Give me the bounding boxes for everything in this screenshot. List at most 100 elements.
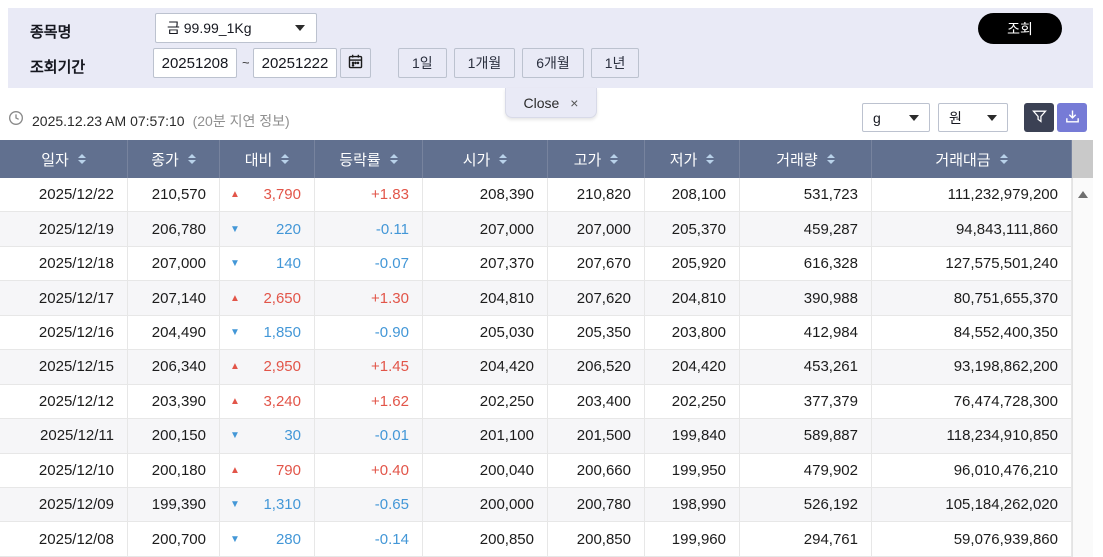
low-cell: 204,420 [645, 350, 740, 384]
close-cell: 207,140 [128, 281, 220, 315]
chevron-down-icon [295, 25, 305, 31]
filter-button[interactable] [1024, 103, 1054, 132]
close-tab[interactable]: Close × [505, 88, 597, 118]
change-cell: ▲ 2,950 [220, 350, 315, 384]
calendar-button[interactable] [340, 48, 371, 78]
column-header-low[interactable]: 저가 [645, 140, 740, 178]
low-cell: 205,370 [645, 212, 740, 246]
rate-cell: +1.62 [315, 384, 423, 419]
date-to-input[interactable] [253, 48, 337, 78]
volume-cell: 294,761 [740, 522, 872, 556]
table-row[interactable]: 2025/12/16 204,490 ▼ 1,850 -0.90 205,030 205,3… [0, 315, 1072, 351]
download-button[interactable] [1057, 103, 1087, 132]
close-cell: 199,390 [128, 487, 220, 522]
down-arrow-icon: ▼ [230, 326, 240, 338]
table-row[interactable]: 2025/12/17 207,140 ▲ 2,650 +1.30 204,810 207,6… [0, 281, 1072, 316]
period-label: 조회기간 [30, 59, 86, 76]
change-value: 3,790 [263, 186, 301, 204]
weight-unit-select[interactable]: g [862, 103, 930, 132]
weight-unit-value: g [873, 109, 881, 126]
sort-icon [281, 154, 290, 164]
rate-cell: -0.01 [315, 419, 423, 453]
date-cell: 2025/12/10 [0, 453, 128, 487]
date-cell: 2025/12/08 [0, 522, 128, 556]
table-row[interactable]: 2025/12/11 200,150 ▼ 30 -0.01 201,100 201,500 1… [0, 419, 1072, 454]
high-cell: 200,660 [548, 453, 645, 487]
value-cell: 96,010,476,210 [872, 453, 1072, 487]
close-icon[interactable]: × [570, 95, 578, 111]
currency-unit-select[interactable]: 원 [938, 103, 1008, 132]
item-select[interactable]: 금 99.99_1Kg [155, 13, 317, 43]
rate-cell: -0.11 [315, 212, 423, 246]
volume-cell: 616,328 [740, 246, 872, 281]
table-row[interactable]: 2025/12/12 203,390 ▲ 3,240 +1.62 202,250 203,4… [0, 384, 1072, 420]
column-header-open[interactable]: 시가 [423, 140, 548, 178]
table-row[interactable]: 2025/12/15 206,340 ▲ 2,950 +1.45 204,420 206,5… [0, 350, 1072, 385]
volume-cell: 453,261 [740, 350, 872, 384]
low-cell: 199,950 [645, 453, 740, 487]
table-row[interactable]: 2025/12/22 210,570 ▲ 3,790 +1.83 208,390 210,8… [0, 178, 1072, 213]
column-header-high[interactable]: 고가 [548, 140, 645, 178]
item-select-value: 금 99.99_1Kg [167, 20, 252, 36]
table-row[interactable]: 2025/12/08 200,700 ▼ 280 -0.14 200,850 200,850… [0, 522, 1072, 557]
vertical-scrollbar[interactable] [1072, 178, 1093, 557]
date-cell: 2025/12/12 [0, 384, 128, 419]
low-cell: 205,920 [645, 246, 740, 281]
rate-cell: -0.90 [315, 315, 423, 350]
down-arrow-icon: ▼ [230, 430, 240, 442]
calendar-icon [347, 53, 364, 73]
change-cell: ▼ 280 [220, 522, 315, 556]
open-cell: 200,040 [423, 453, 548, 487]
column-header-label: 일자 [41, 151, 69, 169]
open-cell: 204,420 [423, 350, 548, 384]
rate-cell: +0.40 [315, 453, 423, 487]
period-button-1month[interactable]: 1개월 [453, 48, 516, 78]
scroll-up-arrow-icon[interactable] [1078, 191, 1088, 198]
column-header-close[interactable]: 종가 [128, 140, 220, 178]
date-from-input[interactable] [153, 48, 237, 78]
rate-cell: +1.83 [315, 178, 423, 212]
up-arrow-icon: ▲ [230, 395, 240, 407]
date-cell: 2025/12/19 [0, 212, 128, 246]
filter-panel: 종목명 금 99.99_1Kg 조회 조회기간 ~ 1일 1개월 6개월 1년 [8, 8, 1093, 88]
sort-icon [610, 154, 619, 164]
search-button[interactable]: 조회 [978, 13, 1062, 44]
sort-icon [826, 154, 835, 164]
period-button-1year[interactable]: 1년 [590, 48, 640, 78]
table-row[interactable]: 2025/12/18 207,000 ▼ 140 -0.07 207,370 207,670… [0, 246, 1072, 282]
table-body: 2025/12/22 210,570 ▲ 3,790 +1.83 208,390 210,8… [0, 178, 1072, 557]
period-button-1day[interactable]: 1일 [398, 48, 447, 78]
change-value: 3,240 [263, 392, 301, 410]
column-header-value[interactable]: 거래대금 [872, 140, 1072, 178]
period-button-6month[interactable]: 6개월 [522, 48, 584, 78]
volume-cell: 390,988 [740, 281, 872, 315]
value-cell: 76,474,728,300 [872, 384, 1072, 419]
sort-icon [389, 154, 398, 164]
column-header-rate[interactable]: 등락률 [315, 140, 423, 178]
clock-icon [8, 110, 24, 131]
table-row[interactable]: 2025/12/09 199,390 ▼ 1,310 -0.65 200,000 200,7… [0, 487, 1072, 523]
open-cell: 200,000 [423, 487, 548, 522]
sort-icon [706, 154, 715, 164]
date-cell: 2025/12/17 [0, 281, 128, 315]
change-cell: ▼ 140 [220, 246, 315, 281]
table-row[interactable]: 2025/12/19 206,780 ▼ 220 -0.11 207,000 207,000… [0, 212, 1072, 247]
volume-cell: 479,902 [740, 453, 872, 487]
column-header-change[interactable]: 대비 [220, 140, 315, 178]
close-tab-label: Close [523, 94, 560, 111]
date-cell: 2025/12/16 [0, 315, 128, 350]
sort-icon [187, 154, 196, 164]
table-row[interactable]: 2025/12/10 200,180 ▲ 790 +0.40 200,040 200,660… [0, 453, 1072, 488]
sort-icon [999, 154, 1008, 164]
column-header-volume[interactable]: 거래량 [740, 140, 872, 178]
high-cell: 205,350 [548, 315, 645, 350]
open-cell: 201,100 [423, 419, 548, 453]
column-header-date[interactable]: 일자 [0, 140, 128, 178]
volume-cell: 531,723 [740, 178, 872, 212]
value-cell: 80,751,655,370 [872, 281, 1072, 315]
down-arrow-icon: ▼ [230, 258, 240, 270]
date-cell: 2025/12/15 [0, 350, 128, 384]
change-cell: ▲ 3,240 [220, 384, 315, 419]
change-cell: ▼ 1,850 [220, 315, 315, 350]
rate-cell: -0.65 [315, 487, 423, 522]
